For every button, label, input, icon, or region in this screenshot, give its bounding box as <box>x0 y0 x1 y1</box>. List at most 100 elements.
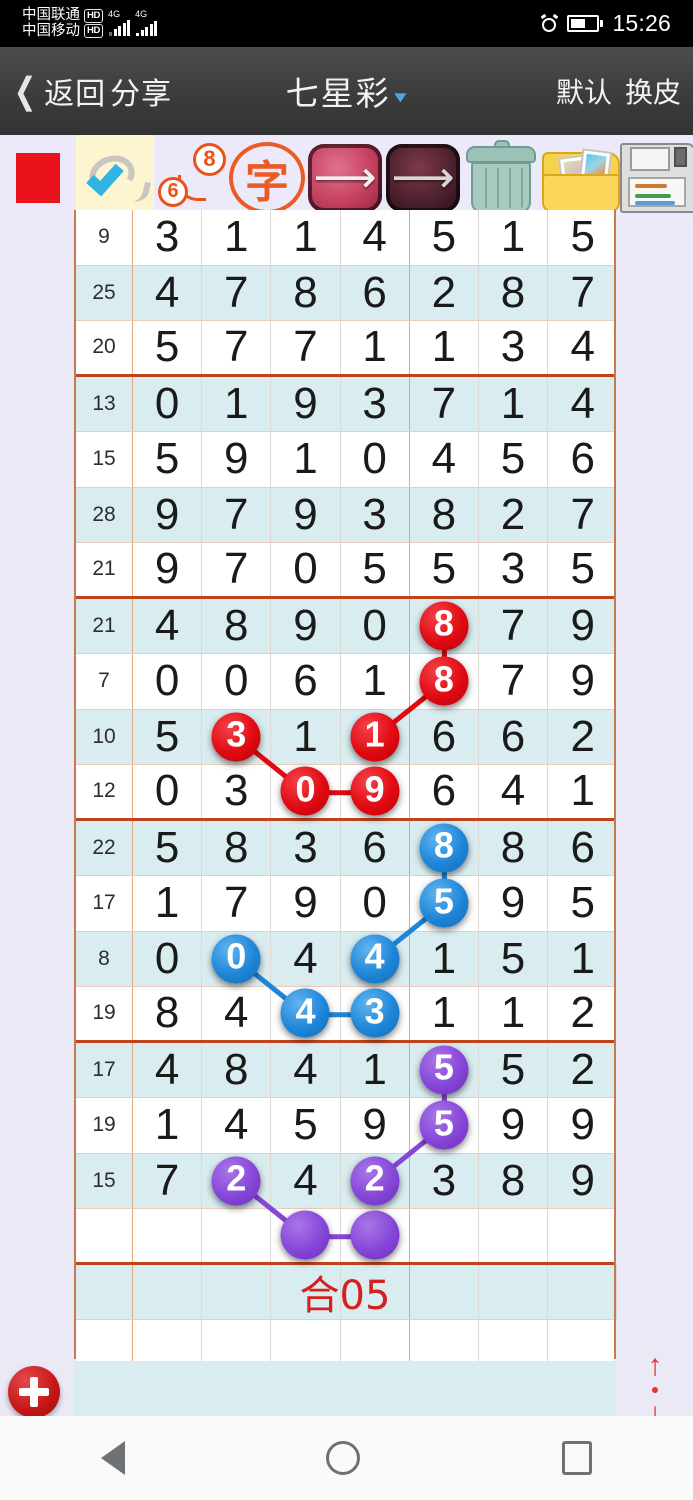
digit-cell[interactable]: 1 <box>410 321 479 374</box>
digit-cell[interactable]: 9 <box>548 1154 617 1209</box>
digit-cell[interactable]: 9 <box>271 876 341 931</box>
digit-cell[interactable]: 1 <box>271 709 341 764</box>
digit-cell[interactable]: 1 <box>479 210 549 265</box>
digit-cell[interactable]: 8 <box>133 987 203 1040</box>
marker-ball-red[interactable]: 1 <box>350 712 400 762</box>
digit-cell[interactable]: 5 <box>133 820 203 875</box>
digit-cell[interactable]: 7 <box>133 1153 203 1208</box>
back-chevron-icon[interactable]: ❮ <box>14 72 37 108</box>
table-row[interactable]: 25 4 7 8 6 2 8 7 <box>76 265 617 321</box>
digit-cell[interactable]: 1 <box>271 432 341 487</box>
digit-cell[interactable]: 7 <box>410 376 479 431</box>
marker-ball-red[interactable]: 8 <box>419 601 469 651</box>
digit-cell[interactable]: 3 <box>271 820 341 875</box>
digit-cell[interactable] <box>479 1209 549 1262</box>
table-row[interactable]: 12 0 3 0 9 6 4 1 <box>76 765 614 821</box>
digit-cell[interactable]: 6 <box>341 820 410 875</box>
digit-cell[interactable]: 1 <box>202 376 272 431</box>
digit-cell[interactable]: 1 <box>548 765 617 818</box>
digit-cell[interactable] <box>410 1209 479 1262</box>
digit-cell[interactable]: 5 <box>341 543 410 596</box>
marker-ball-red[interactable]: 9 <box>350 766 400 816</box>
marker-ball-purple[interactable]: 5 <box>419 1045 469 1095</box>
digit-cell[interactable]: 4 <box>271 987 341 1040</box>
digit-cell[interactable]: 5 <box>548 543 617 596</box>
toolbar-item-prev[interactable]: ⟶ <box>306 135 384 220</box>
digit-cell[interactable]: 1 <box>133 876 203 931</box>
digit-cell[interactable]: 6 <box>548 432 617 487</box>
digit-cell[interactable]: 4 <box>133 598 203 653</box>
digit-cell[interactable]: 5 <box>479 1042 549 1097</box>
digit-cell[interactable]: 8 <box>410 654 479 709</box>
digit-cell[interactable]: 4 <box>548 321 617 374</box>
table-row[interactable]: 20 5 7 7 1 1 3 4 <box>76 321 614 377</box>
square-recents-icon[interactable] <box>562 1441 593 1475</box>
share-button[interactable]: 分享 <box>110 69 172 113</box>
digit-cell[interactable]: 7 <box>202 487 272 542</box>
digit-cell[interactable]: 4 <box>202 987 272 1040</box>
digit-cell[interactable]: 7 <box>271 321 341 374</box>
digit-cell[interactable]: 7 <box>548 488 617 543</box>
toolbar-item-save[interactable] <box>618 135 693 220</box>
digit-cell[interactable]: 2 <box>202 1153 272 1208</box>
toolbar-item-text-stamp[interactable]: 字 <box>228 135 306 220</box>
circle-home-icon[interactable] <box>326 1441 361 1475</box>
digit-cell[interactable]: 5 <box>133 321 203 374</box>
digit-cell[interactable]: 7 <box>202 543 272 596</box>
table-row[interactable]: 17 1 7 9 0 5 9 5 <box>76 876 614 932</box>
digit-cell[interactable]: 0 <box>133 654 203 709</box>
digit-cell[interactable] <box>548 1209 617 1262</box>
marker-ball-purple[interactable]: 5 <box>419 1100 469 1150</box>
arrow-up-icon[interactable]: ↑ <box>648 1351 663 1381</box>
chevron-down-icon[interactable]: ▼ <box>390 89 411 106</box>
toolbar-item-next[interactable]: ⟶ <box>384 135 462 220</box>
scroll-updown-control[interactable]: ↑ ↓ <box>631 1351 679 1429</box>
digit-cell[interactable]: 1 <box>479 987 549 1040</box>
digit-cell[interactable]: 4 <box>479 765 549 818</box>
digit-cell[interactable]: 0 <box>133 376 203 431</box>
digit-cell[interactable]: 0 <box>271 543 341 596</box>
table-row[interactable]: 19 8 4 4 3 1 1 2 <box>76 987 614 1043</box>
digit-cell[interactable]: 4 <box>548 377 617 432</box>
digit-cell[interactable] <box>202 1209 272 1262</box>
digit-cell[interactable]: 1 <box>410 987 479 1040</box>
table-row[interactable]: 93114515 <box>76 210 614 266</box>
digit-cell[interactable]: 3 <box>133 210 203 265</box>
table-row[interactable]: 21 9 7 0 5 5 3 5 <box>76 543 614 599</box>
marker-ball-blue[interactable]: 4 <box>350 934 400 984</box>
table-row[interactable]: 21 4 8 9 0 8 7 9 <box>76 598 614 654</box>
marker-ball-purple[interactable]: 2 <box>350 1156 400 1206</box>
digit-cell[interactable]: 7 <box>548 266 617 321</box>
digit-cell[interactable]: 3 <box>479 543 549 596</box>
digit-cell[interactable]: 3 <box>410 1153 479 1208</box>
digit-cell[interactable]: 6 <box>410 765 479 818</box>
digit-cell[interactable]: 5 <box>410 876 479 931</box>
table-row[interactable]: 22 5 8 3 6 8 8 6 <box>76 820 614 876</box>
marker-ball-purple[interactable] <box>350 1210 400 1260</box>
digit-cell[interactable]: 5 <box>479 432 549 487</box>
digit-cell[interactable]: 8 <box>479 820 549 875</box>
digit-cell[interactable]: 7 <box>202 321 272 374</box>
marker-ball-blue[interactable]: 4 <box>280 988 330 1038</box>
digit-cell[interactable]: 4 <box>202 1098 272 1153</box>
digit-cell[interactable]: 4 <box>133 1042 203 1097</box>
digit-cell[interactable]: 8 <box>479 1153 549 1208</box>
digit-cell[interactable]: 0 <box>133 765 203 818</box>
digit-cell[interactable]: 6 <box>479 709 549 764</box>
digit-cell[interactable]: 9 <box>479 1098 549 1153</box>
digit-cell[interactable]: 5 <box>410 210 479 265</box>
digit-cell[interactable]: 8 <box>479 265 549 320</box>
digit-cell[interactable]: 9 <box>479 876 549 931</box>
table-row[interactable]: 19 1 4 5 9 5 9 9 <box>76 1098 614 1154</box>
digit-cell[interactable]: 0 <box>341 876 410 931</box>
default-skin-button[interactable]: 默认 <box>556 71 612 111</box>
marker-ball-blue[interactable]: 8 <box>419 823 469 873</box>
table-row[interactable]: 17 4 8 4 1 5 5 2 <box>76 1042 614 1098</box>
table-row[interactable]: 80044151 <box>76 931 614 987</box>
toolbar-item-delete[interactable] <box>462 135 540 220</box>
digit-cell[interactable]: 0 <box>133 931 203 986</box>
digit-cell[interactable]: 2 <box>548 710 617 765</box>
digit-cell[interactable]: 6 <box>410 709 479 764</box>
digit-cell[interactable]: 1 <box>341 321 410 374</box>
lottery-number-grid[interactable]: 9 3 1 1 4 5 1 5 25 4 7 8 6 2 8 7 20 5 7 7 1 1 3 4 13 0 1 9 3 7 1 4 15 5 9 1… <box>74 210 618 1376</box>
